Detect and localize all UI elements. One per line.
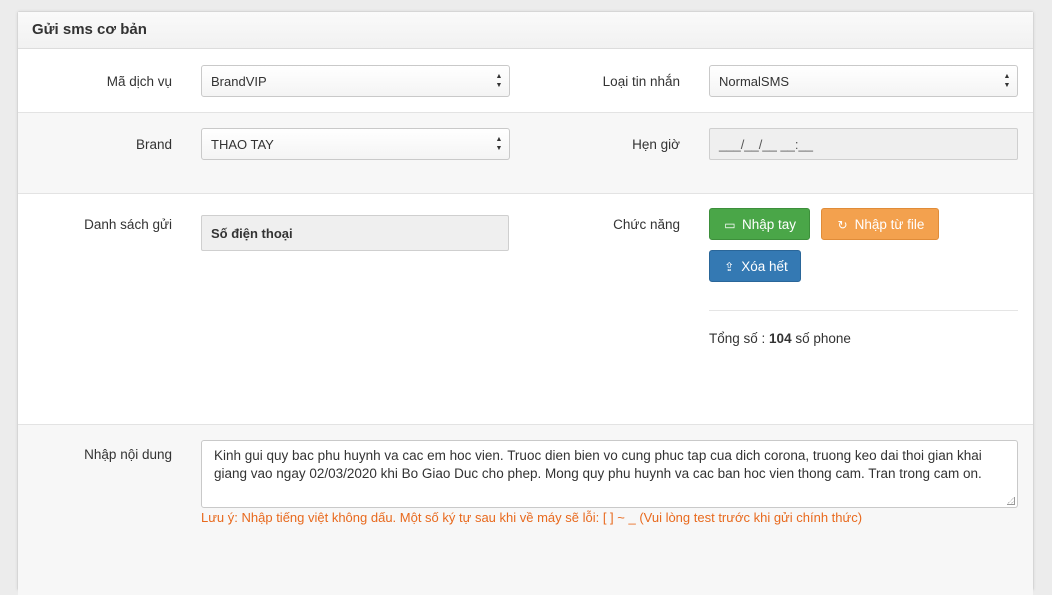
divider [709, 310, 1018, 311]
msgtype-label: Loại tin nhắn [602, 74, 680, 89]
phone-list-header: Số điện thoại [201, 215, 509, 251]
row-service: Mã dịch vụ BrandVIP ▲ ▼ Loại tin nhắn Nor… [18, 50, 1033, 113]
brand-select-value: THAO TAY [211, 137, 274, 152]
function-label: Chức năng [613, 217, 680, 232]
clear-all-button[interactable]: ⇪ Xóa hết [709, 250, 801, 282]
import-file-label: Nhập từ file [854, 217, 925, 232]
manual-input-button[interactable]: ▭ Nhập tay [709, 208, 810, 240]
total-suffix: số phone [795, 331, 851, 346]
row-brand: Brand THAO TAY ▲ ▼ Hẹn giờ ___/__/__ __:_… [18, 113, 1033, 194]
row-content: Nhập nội dung Kinh gui quy bac phu huynh… [18, 425, 1033, 595]
service-select-value: BrandVIP [211, 74, 267, 89]
sort-arrows-icon: ▲ ▼ [1003, 73, 1011, 89]
schedule-label: Hẹn giờ [632, 137, 680, 152]
sort-arrows-icon: ▲ ▼ [495, 73, 503, 89]
upload-icon: ⇪ [724, 260, 735, 274]
send-sms-panel: Gửi sms cơ bản Mã dịch vụ BrandVIP ▲ ▼ Lo… [17, 11, 1034, 595]
resize-grip-icon[interactable] [1007, 497, 1015, 505]
manual-input-label: Nhập tay [741, 217, 797, 232]
content-label: Nhập nội dung [84, 447, 172, 462]
panel-title: Gửi sms cơ bản [18, 12, 1033, 49]
total-count: Tổng số : 104 số phone [709, 331, 851, 346]
schedule-input-value: ___/__/__ __:__ [719, 137, 813, 152]
message-textarea[interactable]: Kinh gui quy bac phu huynh va cac em hoc… [201, 440, 1018, 508]
schedule-input[interactable]: ___/__/__ __:__ [709, 128, 1018, 160]
service-label: Mã dịch vụ [106, 74, 172, 89]
warning-note: Lưu ý: Nhập tiếng việt không dấu. Một số… [201, 510, 863, 525]
msgtype-select[interactable]: NormalSMS ▲ ▼ [709, 65, 1018, 97]
total-prefix: Tổng số : [709, 331, 766, 346]
import-file-button[interactable]: ↻ Nhập từ file [821, 208, 939, 240]
refresh-icon: ↻ [837, 218, 848, 232]
sort-arrows-icon: ▲ ▼ [495, 136, 503, 152]
row-recipients: Danh sách gửi Số điện thoại Chức năng ▭ N… [18, 194, 1033, 425]
brand-label: Brand [135, 137, 172, 152]
msgtype-select-value: NormalSMS [719, 74, 790, 89]
service-select[interactable]: BrandVIP ▲ ▼ [201, 65, 510, 97]
total-count-value: 104 [769, 331, 792, 346]
message-text: Kinh gui quy bac phu huynh va cac em hoc… [214, 448, 982, 481]
comment-icon: ▭ [724, 218, 736, 232]
clear-all-label: Xóa hết [741, 259, 788, 274]
recipient-list-label: Danh sách gửi [84, 217, 172, 232]
brand-select[interactable]: THAO TAY ▲ ▼ [201, 128, 510, 160]
